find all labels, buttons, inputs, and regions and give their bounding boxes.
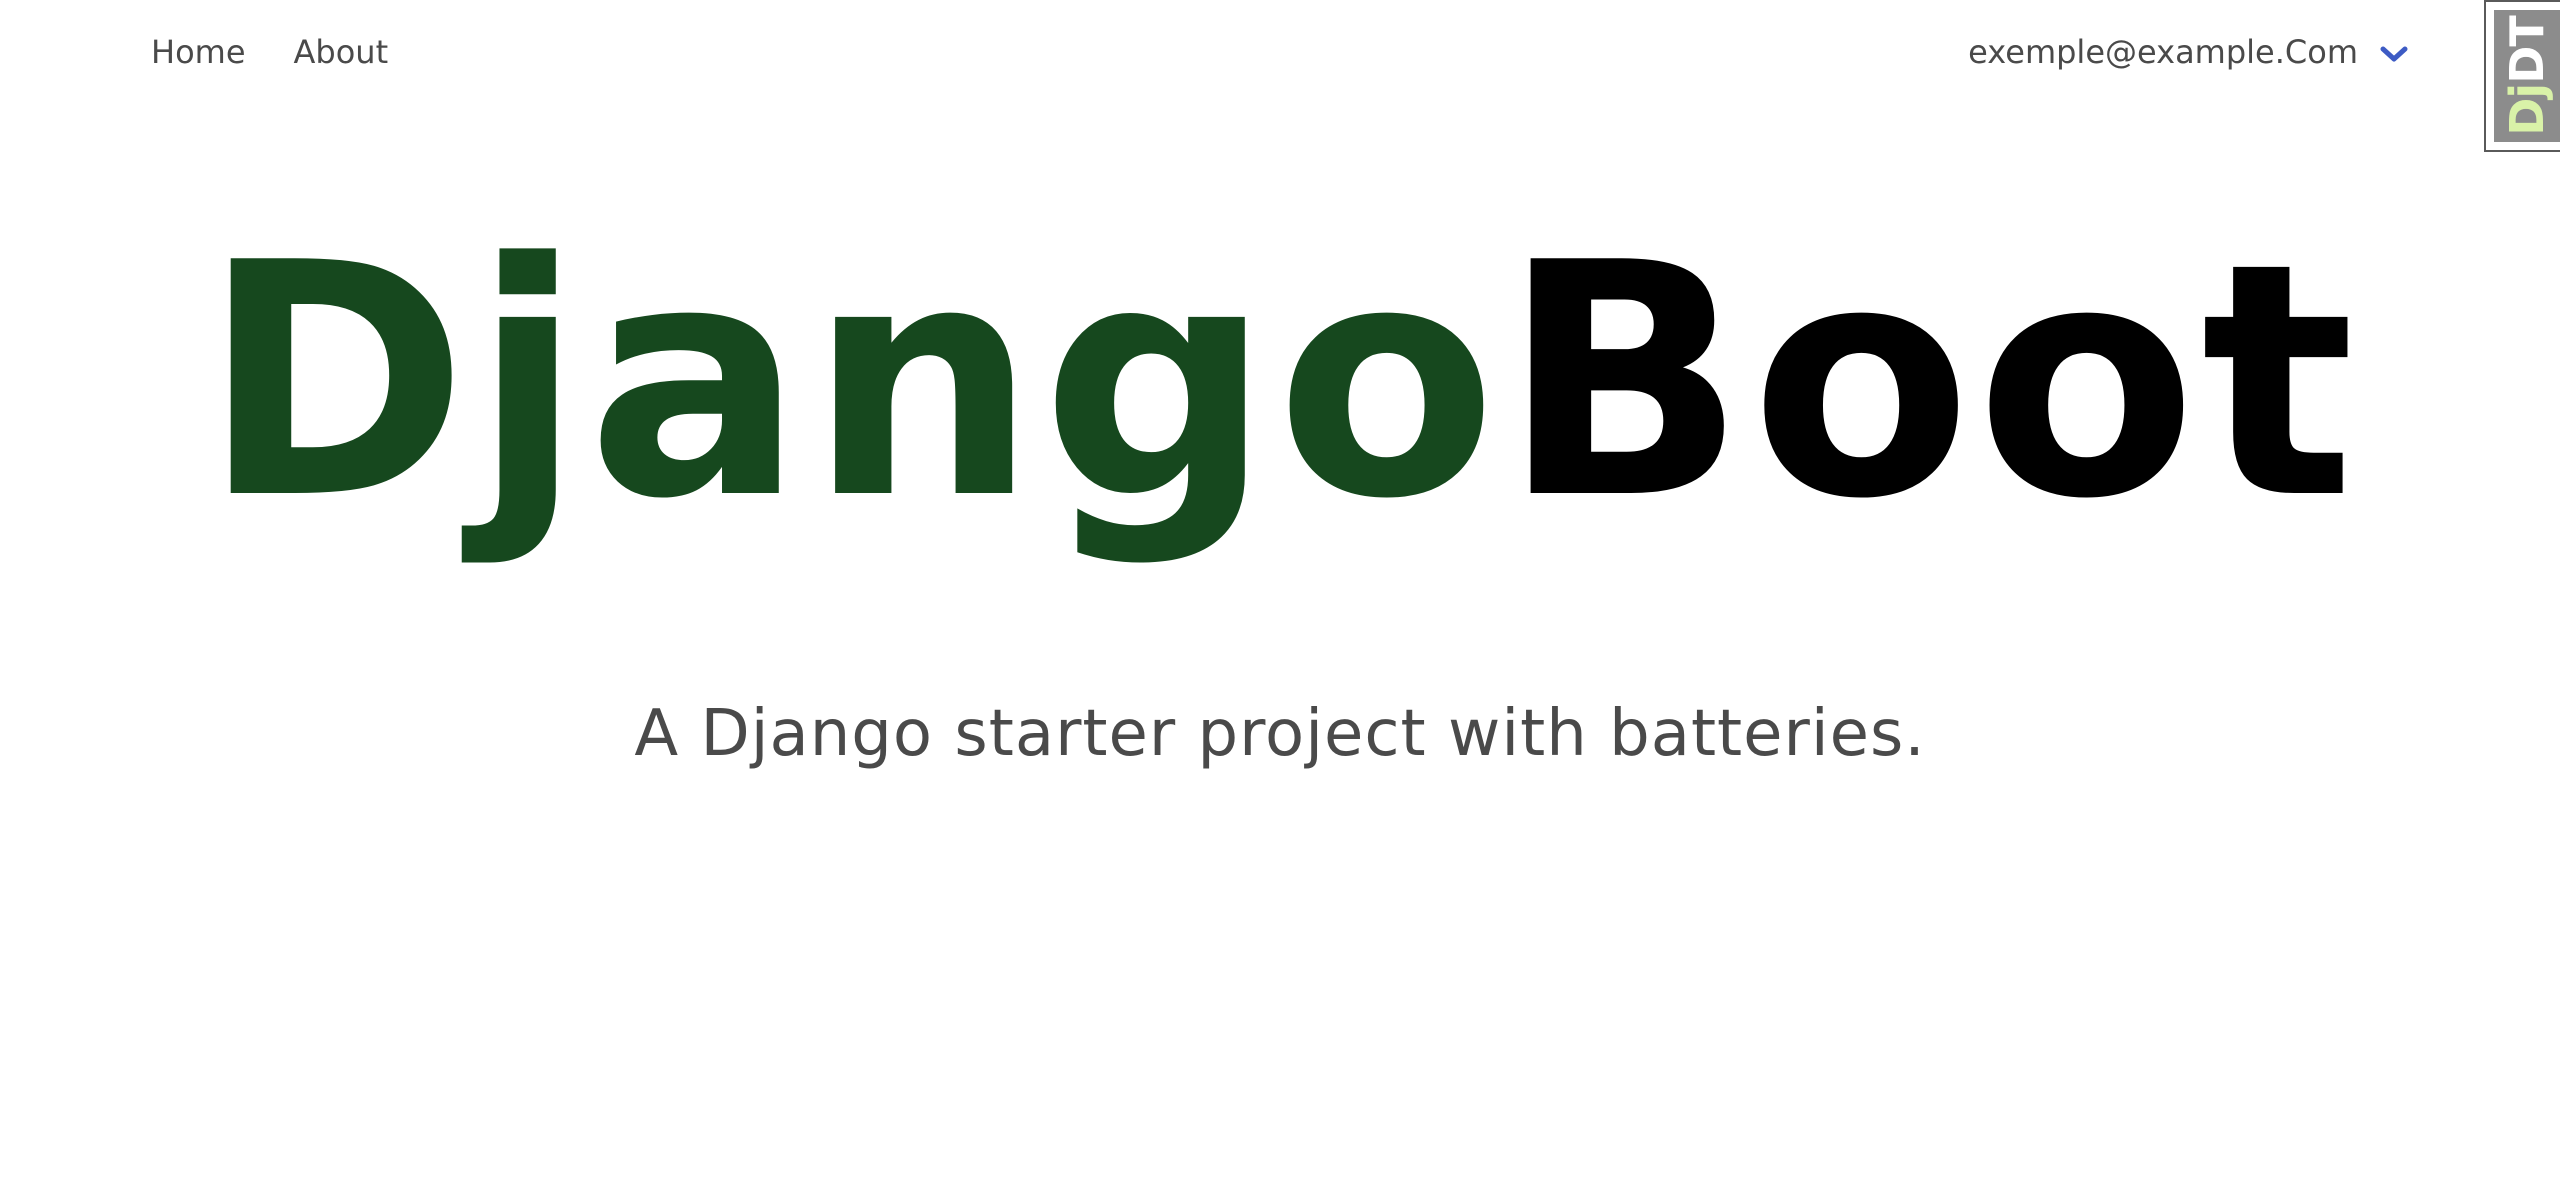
- hero-title-django: Django: [201, 194, 1502, 569]
- djdt-logo-text: DjDT: [2500, 16, 2554, 136]
- nav-link-about[interactable]: About: [294, 30, 389, 74]
- hero-subtitle: A Django starter project with batteries.: [634, 697, 1926, 771]
- nav-link-home[interactable]: Home: [151, 30, 246, 74]
- user-email: exemple@example.Com: [1968, 33, 2358, 71]
- django-debug-toolbar-handle[interactable]: DjDT: [2484, 0, 2560, 152]
- top-navbar: Home About exemple@example.Com: [0, 0, 2560, 104]
- chevron-down-icon: [2380, 46, 2408, 62]
- djdt-logo: DjDT: [2494, 10, 2560, 142]
- hero-title-boot: Boot: [1501, 194, 2359, 569]
- nav-links: Home About: [151, 30, 388, 74]
- djdt-logo-dt: DT: [2500, 16, 2554, 84]
- hero-title: DjangoBoot: [0, 212, 2560, 552]
- djdt-logo-dj: Dj: [2500, 83, 2554, 136]
- user-menu-dropdown[interactable]: exemple@example.Com: [1968, 30, 2408, 74]
